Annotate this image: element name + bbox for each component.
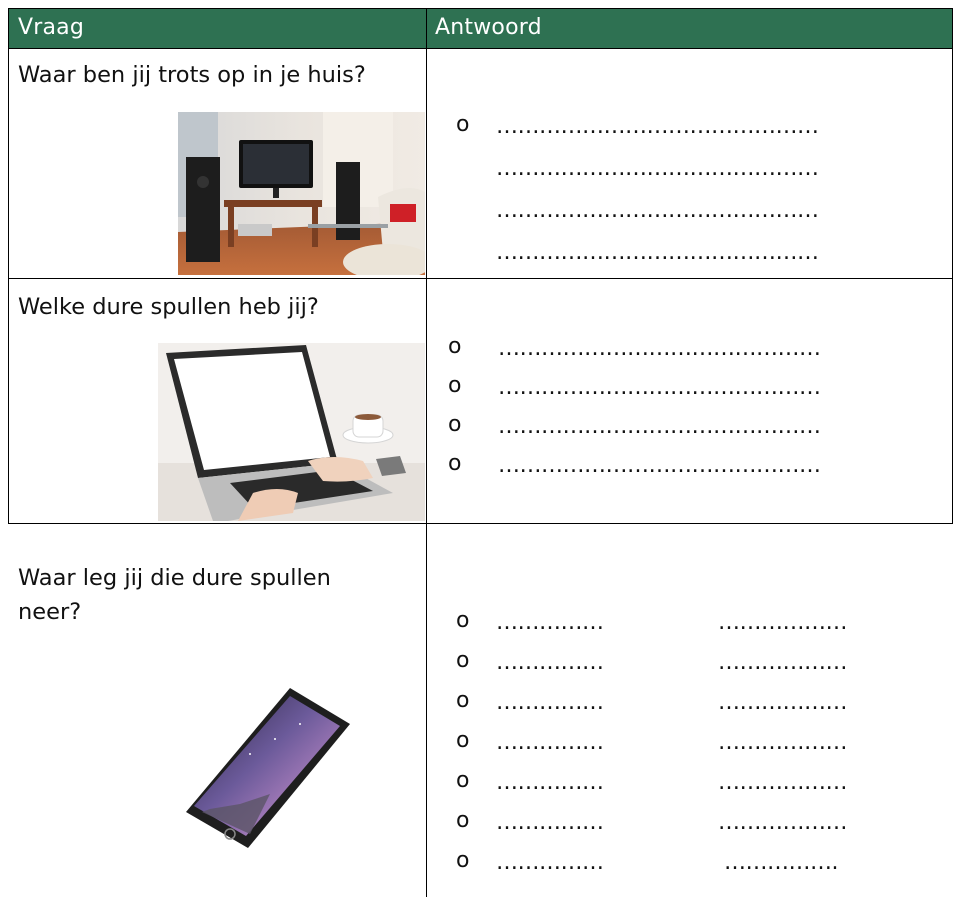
question-1: Waar ben jij trots op in je huis? [18, 62, 366, 88]
table-divider [8, 523, 953, 524]
answer-line[interactable]: ……………………………………… [498, 338, 821, 360]
answer-line-left[interactable]: …………… [496, 732, 604, 754]
answer-line[interactable]: ……………………………………… [498, 455, 821, 477]
answer-line-right[interactable]: ……………… [718, 652, 848, 674]
answer-line-right[interactable]: ……………… [718, 732, 848, 754]
bullet: o [456, 608, 470, 633]
table-border-right [952, 8, 953, 523]
bullet: o [456, 688, 470, 713]
table-divider [8, 48, 953, 49]
answer-line-right[interactable]: ……………… [718, 612, 848, 634]
answer-line-right[interactable]: ……………… [718, 812, 848, 834]
answer-line[interactable]: ……………………………………… [496, 242, 819, 264]
bullet: o [448, 334, 462, 359]
living-room-tv-photo [178, 112, 425, 275]
table-border-left [8, 278, 9, 523]
header-answer: Antwoord [435, 15, 542, 40]
answer-line-left[interactable]: …………… [496, 772, 604, 794]
answer-line[interactable]: ……………………………………… [496, 158, 819, 180]
answer-line-left[interactable]: …………… [496, 692, 604, 714]
question-2: Welke dure spullen heb jij? [18, 294, 319, 320]
answer-line[interactable]: ……………………………………… [496, 200, 819, 222]
bullet: o [448, 412, 462, 437]
table-divider [8, 278, 953, 279]
bullet: o [456, 768, 470, 793]
table-border-left [8, 8, 9, 278]
laptop-photo [158, 343, 425, 521]
bullet: o [448, 373, 462, 398]
table-border-top [8, 8, 953, 9]
question-3-line-2: neer? [18, 599, 82, 625]
bullet: o [448, 451, 462, 476]
smartphone-photo [186, 688, 350, 848]
column-divider [426, 8, 427, 897]
answer-line-left[interactable]: …………… [496, 812, 604, 834]
bullet: o [456, 808, 470, 833]
answer-line[interactable]: ……………………………………… [496, 116, 819, 138]
header-question: Vraag [18, 15, 85, 40]
answer-line-right[interactable]: ……………. [724, 852, 839, 874]
answer-line-left[interactable]: …………… [496, 852, 604, 874]
bullet: o [456, 648, 470, 673]
answer-line-left[interactable]: …………… [496, 612, 604, 634]
answer-line-right[interactable]: ……………… [718, 692, 848, 714]
answer-line[interactable]: ……………………………………… [498, 377, 821, 399]
answer-line[interactable]: ……………………………………… [498, 416, 821, 438]
bullet: o [456, 112, 470, 137]
worksheet-table: Vraag Antwoord Waar ben jij trots op in … [8, 8, 953, 897]
bullet: o [456, 848, 470, 873]
bullet: o [456, 728, 470, 753]
answer-line-right[interactable]: ……………… [718, 772, 848, 794]
answer-line-left[interactable]: …………… [496, 652, 604, 674]
